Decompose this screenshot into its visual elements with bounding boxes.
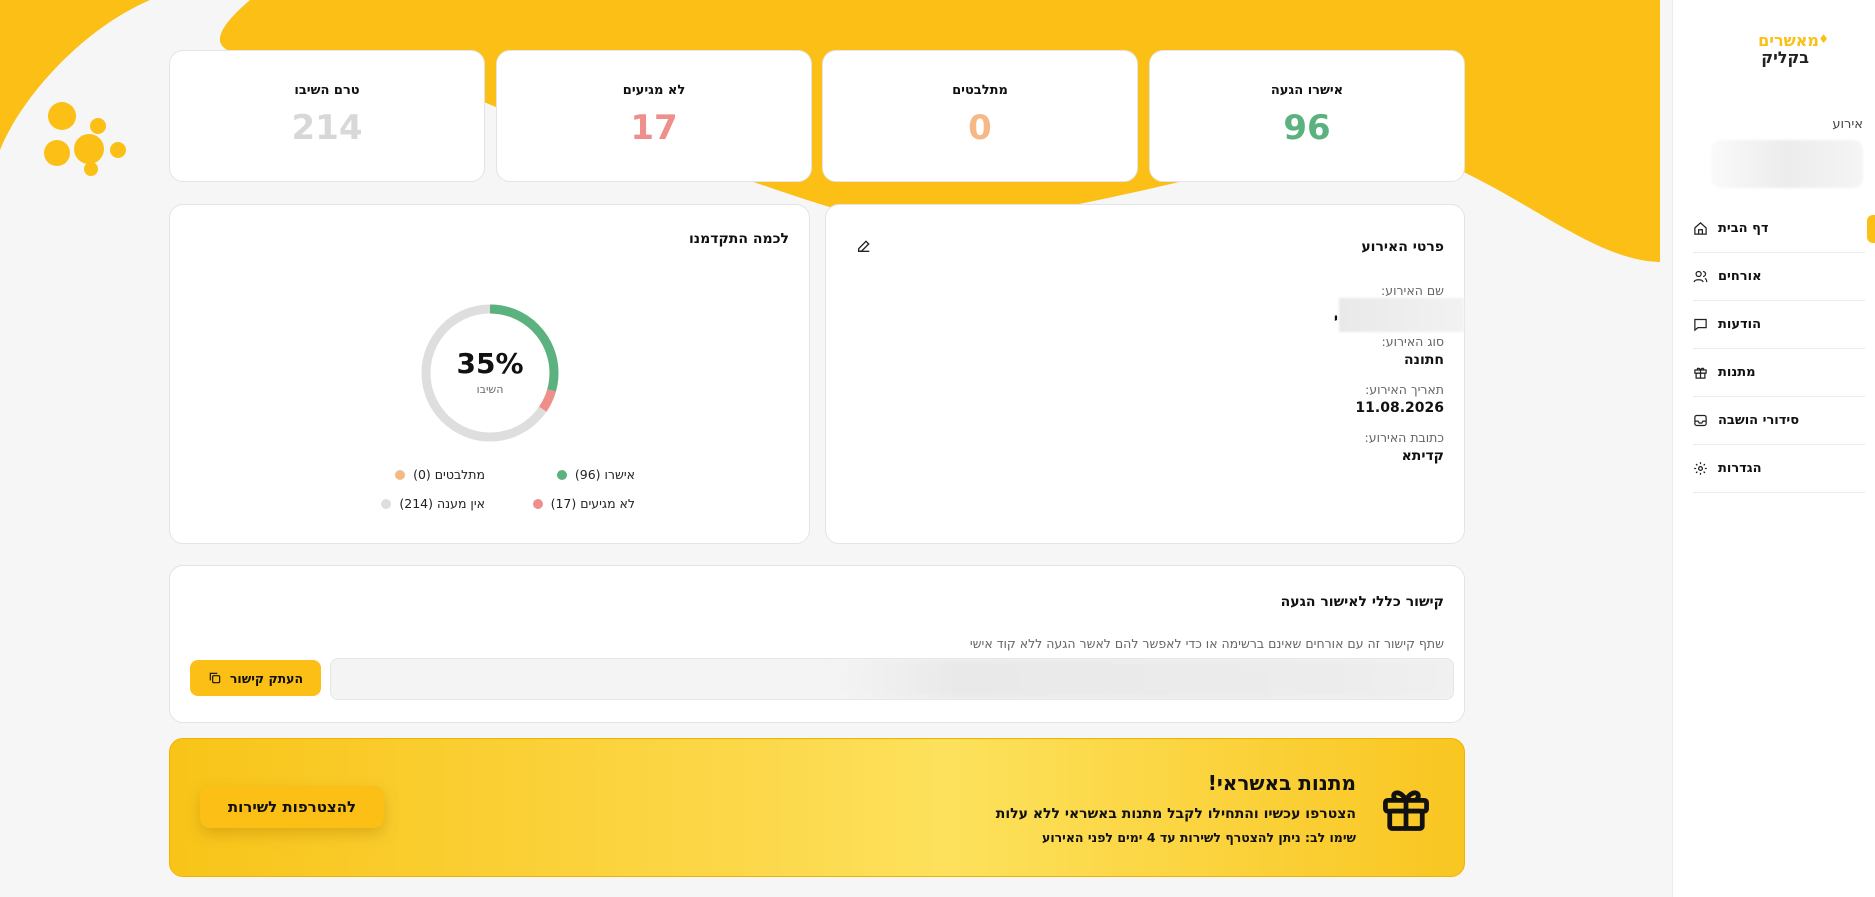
event-type-value: חתונה xyxy=(1404,352,1444,368)
event-select[interactable] xyxy=(1711,140,1863,188)
users-icon xyxy=(1693,270,1708,283)
flame-icon: ♦ xyxy=(1818,32,1829,46)
event-details-card: פרטי האירוע שם האירוע: י סוג האירוע: חתו… xyxy=(825,204,1465,544)
event-type-label: סוג האירוע: xyxy=(1381,334,1444,349)
stat-card-pending: טרם השיבו 214 xyxy=(169,50,485,182)
copy-link-button[interactable]: העתק קישור xyxy=(190,660,321,696)
stat-card-confirmed: אישרו הגעה 96 xyxy=(1149,50,1465,182)
edit-icon[interactable] xyxy=(856,238,872,254)
sidebar-item-messages[interactable]: הודעות xyxy=(1693,301,1865,349)
stat-card-maybe: מתלבטים 0 xyxy=(822,50,1138,182)
message-icon xyxy=(1694,318,1707,332)
gift-icon xyxy=(1694,367,1707,379)
legend-confirmed: אישרו (96) xyxy=(556,467,635,482)
rsvp-link-field[interactable] xyxy=(330,658,1454,700)
home-icon xyxy=(1694,222,1707,235)
join-service-button[interactable]: להצטרפות לשירות xyxy=(200,786,384,828)
event-address-value: קדיתא xyxy=(1401,448,1444,464)
rsvp-link-card: קישור כללי לאישור הגעה שתף קישור זה עם א… xyxy=(169,565,1465,723)
gear-icon xyxy=(1694,462,1707,475)
progress-sub: השיבו xyxy=(476,383,504,396)
event-address-label: כתובת האירוע: xyxy=(1364,430,1444,445)
stat-value: 214 xyxy=(291,108,363,148)
inbox-icon xyxy=(1694,414,1707,427)
brand-logo[interactable]: ♦ מאשרים בקליק xyxy=(1758,32,1829,66)
copy-icon xyxy=(209,672,221,684)
sidebar-nav: דף הבית אורחים הודעות מתנות סידורי הושבה… xyxy=(1693,205,1875,493)
progress-card: לכמה התקדמנו 35% השיבו אישרו (96) מתלבטי… xyxy=(169,204,810,544)
event-date-label: תאריך האירוע: xyxy=(1365,382,1444,397)
sidebar-item-seating[interactable]: סידורי הושבה xyxy=(1693,397,1865,445)
sidebar-item-home[interactable]: דף הבית xyxy=(1693,205,1875,253)
rsvp-link-title: קישור כללי לאישור הגעה xyxy=(1280,594,1444,610)
stat-value: 0 xyxy=(968,108,992,148)
stat-value: 96 xyxy=(1283,108,1331,148)
banner-title: מתנות באשראי! xyxy=(1207,771,1356,795)
legend-maybe: מתלבטים (0) xyxy=(395,467,485,482)
legend-no-answer: אין מענה (214) xyxy=(381,496,485,511)
sidebar: ♦ מאשרים בקליק אירוע דף הבית אורחים הודע… xyxy=(1672,0,1875,897)
progress-percent: 35% xyxy=(456,347,524,380)
event-name-blurred xyxy=(1339,298,1464,332)
banner-line2: שימו לב: ניתן להצטרף לשירות עד 4 ימים לפ… xyxy=(1042,830,1356,845)
gifts-banner: מתנות באשראי! הצטרפו עכשיו והתחילו לקבל … xyxy=(169,738,1465,877)
event-name-value: י xyxy=(1333,311,1338,327)
sidebar-item-guests[interactable]: אורחים xyxy=(1693,253,1865,301)
event-details-title: פרטי האירוע xyxy=(1361,239,1444,255)
gift-icon xyxy=(1383,790,1429,831)
sidebar-item-settings[interactable]: הגדרות xyxy=(1693,445,1865,493)
sidebar-item-gifts[interactable]: מתנות xyxy=(1693,349,1865,397)
event-select-label: אירוע xyxy=(1832,117,1863,132)
stat-card-declined: לא מגיעים 17 xyxy=(496,50,812,182)
rsvp-link-description: שתף קישור זה עם אורחים שאינם ברשימה או כ… xyxy=(969,636,1444,651)
legend-declined: לא מגיעים (17) xyxy=(532,496,635,511)
event-name-label: שם האירוע: xyxy=(1381,283,1444,298)
banner-line1: הצטרפו עכשיו והתחילו לקבל מתנות באשראי ל… xyxy=(995,806,1356,822)
decorative-dots xyxy=(44,100,134,180)
event-date-value: 11.08.2026 xyxy=(1355,400,1444,416)
stat-value: 17 xyxy=(630,108,678,148)
progress-title: לכמה התקדמנו xyxy=(688,231,789,247)
